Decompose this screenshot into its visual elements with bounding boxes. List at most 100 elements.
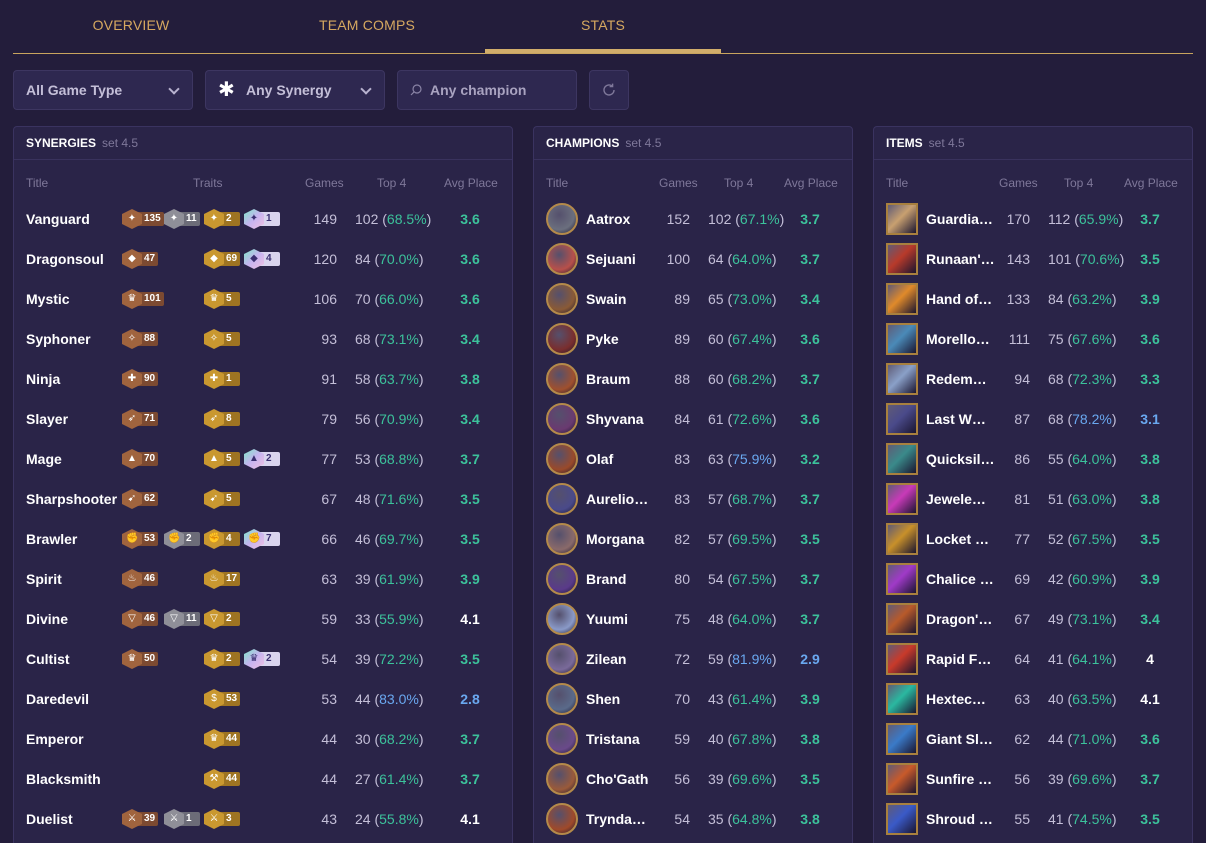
item-row[interactable]: Redem… 94 68 (72.3%) 3.3 bbox=[874, 359, 1192, 399]
games-value: 93 bbox=[321, 331, 337, 347]
champion-row[interactable]: Shyvana 84 61 (72.6%) 3.6 bbox=[534, 399, 852, 439]
col-header-title[interactable]: Title bbox=[546, 176, 568, 190]
synergy-row[interactable]: Daredevil 53 $53 44 (83.0%) 2.8 bbox=[14, 679, 512, 719]
item-row[interactable]: Chalice … 69 42 (60.9%) 3.9 bbox=[874, 559, 1192, 599]
synergy-row[interactable]: Syphoner 88 ✧ 5 ✧ 93 68 (73.1%) 3.4 bbox=[14, 319, 512, 359]
champion-row[interactable]: Pyke 89 60 (67.4%) 3.6 bbox=[534, 319, 852, 359]
item-name: Chalice … bbox=[926, 571, 994, 587]
item-row[interactable]: Rapid F… 64 41 (64.1%) 4 bbox=[874, 639, 1192, 679]
synergy-select[interactable]: ✱ Any Synergy bbox=[205, 70, 385, 110]
paren-open: ( bbox=[1063, 531, 1073, 547]
champion-row[interactable]: Trynda… 54 35 (64.8%) 3.8 bbox=[534, 799, 852, 839]
tab-stats[interactable]: STATS bbox=[485, 0, 721, 53]
champion-row[interactable]: Zilean 72 59 (81.9%) 2.9 bbox=[534, 639, 852, 679]
synergy-row[interactable]: Sharpshooter 62 ➹ 5 ➹ 67 48 (71.6%) 3.5 bbox=[14, 479, 512, 519]
champion-name: Yuumi bbox=[586, 611, 629, 627]
synergy-name: Emperor bbox=[26, 731, 84, 747]
top4-percent: 75.9% bbox=[732, 451, 772, 467]
col-header-avg-place[interactable]: Avg Place bbox=[784, 176, 838, 190]
champion-row[interactable]: Braum 88 60 (68.2%) 3.7 bbox=[534, 359, 852, 399]
top4-value: 58 (63.7%) bbox=[355, 359, 424, 399]
champion-row[interactable]: Aatrox 152 102 (67.1%) 3.7 bbox=[534, 199, 852, 239]
item-row[interactable]: Shroud … 55 41 (74.5%) 3.5 bbox=[874, 799, 1192, 839]
item-row[interactable]: Hand of… 133 84 (63.2%) 3.9 bbox=[874, 279, 1192, 319]
item-row[interactable]: Morello… 111 75 (67.6%) 3.6 bbox=[874, 319, 1192, 359]
games-value: 91 bbox=[321, 371, 337, 387]
col-header-title[interactable]: Title bbox=[886, 176, 908, 190]
champion-row[interactable]: Tristana 59 40 (67.8%) 3.8 bbox=[534, 719, 852, 759]
synergy-row[interactable]: Spirit 46 ♨ 17 ♨ 63 39 (61.9%) 3.9 bbox=[14, 559, 512, 599]
paren-close: ) bbox=[418, 651, 424, 667]
col-header-avg-place[interactable]: Avg Place bbox=[1124, 176, 1178, 190]
champion-row[interactable]: Aurelio… 83 57 (68.7%) 3.7 bbox=[534, 479, 852, 519]
trait-icon: ✊ bbox=[126, 533, 139, 544]
col-header-top4[interactable]: Top 4 bbox=[724, 176, 753, 190]
col-header-title[interactable]: Title bbox=[26, 176, 48, 190]
paren-open: ( bbox=[1063, 731, 1073, 747]
item-row[interactable]: Jewele… 81 51 (63.0%) 3.8 bbox=[874, 479, 1192, 519]
item-row[interactable]: Last W… 87 68 (78.2%) 3.1 bbox=[874, 399, 1192, 439]
tab-overview[interactable]: OVERVIEW bbox=[13, 0, 249, 53]
avg-place-value: 3.7 bbox=[800, 611, 820, 627]
item-row[interactable]: Giant Sl… 62 44 (71.0%) 3.6 bbox=[874, 719, 1192, 759]
trait-icon: ♛ bbox=[209, 293, 219, 304]
games-value: 87 bbox=[1014, 411, 1030, 427]
col-header-games[interactable]: Games bbox=[659, 176, 698, 190]
top4-percent: 73.1% bbox=[1072, 611, 1112, 627]
games-value: 77 bbox=[1014, 531, 1030, 547]
col-header-games[interactable]: Games bbox=[999, 176, 1038, 190]
item-row[interactable]: Dragon'… 67 49 (73.1%) 3.4 bbox=[874, 599, 1192, 639]
champion-row[interactable]: Shen 70 43 (61.4%) 3.9 bbox=[534, 679, 852, 719]
top4-count: 30 bbox=[355, 731, 371, 747]
synergy-row[interactable]: Vanguard 135 ✦ 11 ✦ 2 ✦ 1 ✦ 149 102 (68.5%) 3.6 bbox=[14, 199, 512, 239]
synergy-row[interactable]: Slayer 71 ➶ 8 ➶ 79 56 (70.9%) 3.4 bbox=[14, 399, 512, 439]
top4-value: 101 (70.6%) bbox=[1048, 239, 1124, 279]
synergies-panel: SYNERGIES set 4.5 Title Traits Games Top … bbox=[13, 126, 513, 843]
col-header-games[interactable]: Games bbox=[305, 176, 344, 190]
item-row[interactable]: Guardia… 170 112 (65.9%) 3.7 bbox=[874, 199, 1192, 239]
champion-row[interactable]: Olaf 83 63 (75.9%) 3.2 bbox=[534, 439, 852, 479]
paren-close: ) bbox=[771, 691, 777, 707]
synergy-row[interactable]: Cultist 50 ♛ 2 ♛ 2 ♛ 54 39 (72.2%) 3.5 bbox=[14, 639, 512, 679]
top4-value: 39 (72.2%) bbox=[355, 639, 424, 679]
item-row[interactable]: Runaan'… 143 101 (70.6%) 3.5 bbox=[874, 239, 1192, 279]
col-header-top4[interactable]: Top 4 bbox=[1064, 176, 1093, 190]
champion-row[interactable]: Swain 89 65 (73.0%) 3.4 bbox=[534, 279, 852, 319]
champion-search-input[interactable]: Any champion bbox=[397, 70, 577, 110]
champion-row[interactable]: Brand 80 54 (67.5%) 3.7 bbox=[534, 559, 852, 599]
synergy-row[interactable]: Ninja 90 ✚ 1 ✚ 91 58 (63.7%) 3.8 bbox=[14, 359, 512, 399]
champion-row[interactable]: Morgana 82 57 (69.5%) 3.5 bbox=[534, 519, 852, 559]
item-row[interactable]: Quicksil… 86 55 (64.0%) 3.8 bbox=[874, 439, 1192, 479]
synergy-row[interactable]: Mage 70 ▲ 5 ▲ 2 ▲ 77 53 (68.8%) 3.7 bbox=[14, 439, 512, 479]
item-row[interactable]: Sunfire … 56 39 (69.6%) 3.7 bbox=[874, 759, 1192, 799]
synergy-row[interactable]: Brawler 53 ✊ 2 ✊ 4 ✊ 7 ✊ 66 46 (69.7%) 3.5 bbox=[14, 519, 512, 559]
champion-row[interactable]: Sejuani 100 64 (64.0%) 3.7 bbox=[534, 239, 852, 279]
avg-place-value: 3.8 bbox=[800, 731, 820, 747]
synergy-row[interactable]: Dragonsoul 47 ◆ 69 ◆ 4 ◆ 120 84 (70.0%) 3.6 bbox=[14, 239, 512, 279]
paren-close: ) bbox=[771, 571, 777, 587]
col-header-top4[interactable]: Top 4 bbox=[377, 176, 406, 190]
games-value: 83 bbox=[674, 491, 690, 507]
top4-count: 64 bbox=[708, 251, 724, 267]
trait-icon: ♛ bbox=[209, 733, 219, 744]
item-icon bbox=[886, 723, 918, 755]
item-row[interactable]: Locket … 77 52 (67.5%) 3.5 bbox=[874, 519, 1192, 559]
synergy-row[interactable]: Divine 46 ▽ 11 ▽ 2 ▽ 59 33 (55.9%) 4.1 bbox=[14, 599, 512, 639]
synergy-row[interactable]: Emperor 44 ♛ 44 30 (68.2%) 3.7 bbox=[14, 719, 512, 759]
top4-count: 61 bbox=[708, 411, 724, 427]
item-icon bbox=[886, 443, 918, 475]
item-row[interactable]: Hextec… 63 40 (63.5%) 4.1 bbox=[874, 679, 1192, 719]
game-type-select[interactable]: All Game Type bbox=[13, 70, 193, 110]
tab-team-comps[interactable]: TEAM COMPS bbox=[249, 0, 485, 53]
synergy-row[interactable]: Blacksmith 44 ⚒ 44 27 (61.4%) 3.7 bbox=[14, 759, 512, 799]
champion-row[interactable]: Yuumi 75 48 (64.0%) 3.7 bbox=[534, 599, 852, 639]
trait-icon: ✦ bbox=[209, 213, 219, 224]
synergy-row[interactable]: Duelist 39 ⚔ 1 ⚔ 3 ⚔ 43 24 (55.8%) 4.1 bbox=[14, 799, 512, 839]
paren-open: ( bbox=[1063, 651, 1073, 667]
items-header: ITEMS set 4.5 bbox=[886, 136, 965, 150]
champion-row[interactable]: Cho'Gath 56 39 (69.6%) 3.5 bbox=[534, 759, 852, 799]
col-header-avg-place[interactable]: Avg Place bbox=[444, 176, 498, 190]
synergy-row[interactable]: Mystic 101 ♛ 5 ♛ 106 70 (66.0%) 3.6 bbox=[14, 279, 512, 319]
paren-open: ( bbox=[1063, 411, 1073, 427]
reset-filters-button[interactable] bbox=[589, 70, 629, 110]
